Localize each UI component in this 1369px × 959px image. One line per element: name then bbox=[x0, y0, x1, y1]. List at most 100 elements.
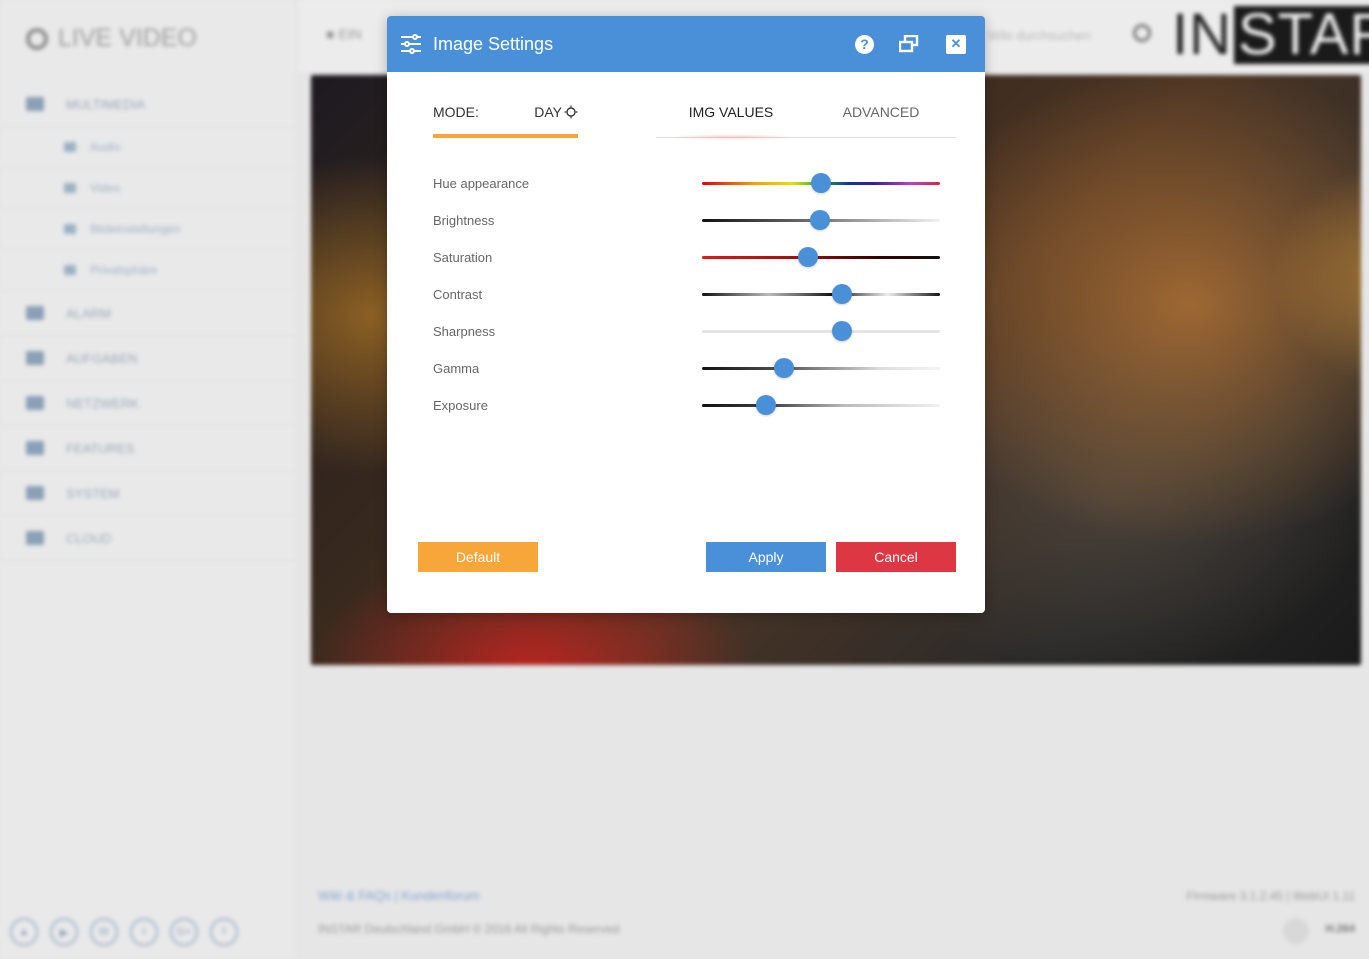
slider-track[interactable] bbox=[702, 173, 940, 193]
slider-handle[interactable] bbox=[831, 284, 852, 304]
sidebar-item-label: Privatsphäre bbox=[90, 263, 158, 277]
sidebar-item[interactable]: MULTIMEDIA bbox=[0, 82, 298, 127]
sidebar-item-label: MULTIMEDIA bbox=[66, 96, 146, 112]
sidebar-item-label: CLOUD bbox=[66, 530, 112, 546]
sidebar-item[interactable]: Privatsphäre bbox=[0, 250, 298, 291]
slider-track[interactable] bbox=[702, 247, 940, 267]
slider-row: Saturation bbox=[433, 247, 943, 268]
sidebar: LIVE VIDEO MULTIMEDIA Audio Video Bildeinst… bbox=[0, 0, 298, 959]
close-icon[interactable]: ✕ bbox=[946, 34, 966, 54]
sidebar-item[interactable]: FEATURES bbox=[0, 426, 298, 471]
tasks-icon bbox=[26, 351, 44, 365]
footer-copyright: INSTAR Deutschland GmbH © 2016 All Right… bbox=[318, 922, 620, 936]
slider-track[interactable] bbox=[702, 395, 940, 415]
sidebar-item-label: AUFGABEN bbox=[66, 350, 138, 366]
codec-label: H.264 bbox=[1325, 923, 1355, 935]
slider-label: Hue appearance bbox=[433, 176, 530, 191]
slider-row: Exposure bbox=[433, 395, 943, 416]
image-settings-dialog: Image Settings ? ✕ MODE: DAY IMG VALUES … bbox=[387, 16, 985, 613]
slider-label: Exposure bbox=[433, 398, 488, 413]
sidebar-item-label: SYSTEM bbox=[66, 485, 120, 501]
slider-label: Gamma bbox=[433, 361, 480, 376]
twitter-icon[interactable]: t bbox=[130, 918, 158, 946]
slider-track[interactable] bbox=[702, 210, 940, 230]
slider-handle[interactable] bbox=[809, 210, 830, 230]
camera-menu-label: EIN bbox=[338, 26, 362, 42]
sidebar-item[interactable]: Audio bbox=[0, 127, 298, 168]
logo-star: STAR bbox=[1234, 6, 1369, 64]
live-video-icon bbox=[26, 27, 48, 50]
settings-tabs: IMG VALUES ADVANCED bbox=[656, 104, 956, 138]
app-title-text: LIVE VIDEO bbox=[58, 24, 197, 52]
network-icon bbox=[26, 396, 44, 410]
sidebar-item[interactable]: NETZWERK bbox=[0, 381, 298, 426]
slider-label: Contrast bbox=[433, 287, 483, 302]
tab-advanced[interactable]: ADVANCED bbox=[806, 104, 956, 137]
sidebar-item[interactable]: Video bbox=[0, 168, 298, 209]
social-links: ▲ ▶ Wt G+ f bbox=[10, 918, 238, 946]
slider-handle[interactable] bbox=[811, 173, 831, 193]
privacy-icon bbox=[64, 265, 76, 275]
slider-row: Brightness bbox=[433, 210, 943, 231]
footer-links[interactable]: Wiki & FAQs | Kundenforum bbox=[318, 888, 480, 903]
mode-label: MODE: bbox=[433, 104, 479, 120]
mode-value[interactable]: DAY bbox=[534, 104, 578, 134]
slider-handle[interactable] bbox=[831, 321, 852, 341]
help-icon[interactable]: ? bbox=[855, 34, 874, 54]
sidebar-item[interactable]: ALARM bbox=[0, 291, 298, 336]
slider-label: Sharpness bbox=[433, 324, 496, 339]
app-title: LIVE VIDEO bbox=[26, 24, 197, 53]
sliders-icon bbox=[401, 34, 421, 54]
dialog-header: Image Settings ? ✕ bbox=[387, 16, 985, 72]
search-input[interactable]: Wiki durchsuchen bbox=[988, 28, 1091, 43]
slider-handle[interactable] bbox=[774, 358, 795, 378]
instar-logo: INSTAR bbox=[1170, 6, 1369, 64]
instar-icon[interactable]: ▲ bbox=[10, 918, 38, 946]
apply-button[interactable]: Apply bbox=[706, 542, 826, 572]
cloud-icon bbox=[26, 531, 44, 545]
gear-icon bbox=[26, 486, 44, 500]
youtube-icon[interactable]: ▶ bbox=[50, 918, 78, 946]
sidebar-item-label: ALARM bbox=[66, 305, 111, 321]
sidebar-item[interactable]: AUFGABEN bbox=[0, 336, 298, 381]
slider-track[interactable] bbox=[702, 358, 940, 378]
features-icon bbox=[26, 441, 44, 455]
sun-icon bbox=[564, 105, 578, 119]
camera-menu[interactable]: ■ EIN bbox=[326, 26, 362, 42]
mode-selector[interactable]: MODE: DAY bbox=[433, 104, 578, 138]
codec-toggle[interactable] bbox=[1283, 918, 1309, 944]
slider-track[interactable] bbox=[702, 321, 940, 341]
slider-label: Brightness bbox=[433, 213, 495, 228]
slider-row: Contrast bbox=[433, 284, 943, 305]
firmware-version: Firmware 3.1.2.45 | WebUI 1.11 bbox=[1186, 889, 1355, 903]
slider-track[interactable] bbox=[702, 284, 940, 304]
camera-icon: ■ bbox=[326, 26, 339, 42]
image-icon bbox=[26, 97, 44, 111]
mode-value-text: DAY bbox=[534, 104, 562, 120]
tab-img-values[interactable]: IMG VALUES bbox=[656, 104, 806, 137]
sidebar-item-label: Video bbox=[90, 181, 121, 195]
slider-handle[interactable] bbox=[797, 247, 818, 267]
default-button[interactable]: Default bbox=[418, 542, 538, 572]
bell-icon bbox=[26, 306, 44, 320]
slider-handle[interactable] bbox=[756, 395, 777, 415]
sidebar-item-label: Audio bbox=[90, 140, 121, 154]
facebook-icon[interactable]: f bbox=[210, 918, 238, 946]
slider-row: Sharpness bbox=[433, 321, 943, 342]
sidebar-item-label: NETZWERK bbox=[66, 395, 139, 411]
sidebar-item-label: Bildeinstellungen bbox=[90, 222, 181, 236]
window-restore-icon[interactable] bbox=[898, 33, 920, 55]
film-icon bbox=[64, 183, 76, 193]
wiki-icon[interactable]: W bbox=[90, 918, 118, 946]
cancel-button[interactable]: Cancel bbox=[836, 542, 956, 572]
sidebar-item[interactable]: SYSTEM bbox=[0, 471, 298, 516]
sidebar-item[interactable]: CLOUD bbox=[0, 516, 298, 561]
search-icon[interactable] bbox=[1133, 24, 1151, 42]
slider-row: Gamma bbox=[433, 358, 943, 379]
active-tab-indicator bbox=[667, 134, 797, 140]
speaker-icon bbox=[64, 142, 76, 152]
sidebar-nav: MULTIMEDIA Audio Video Bildeinstellungen Pri… bbox=[0, 82, 298, 561]
sidebar-item[interactable]: Bildeinstellungen bbox=[0, 209, 298, 250]
googleplus-icon[interactable]: G+ bbox=[170, 918, 198, 946]
sidebar-item-label: FEATURES bbox=[66, 440, 135, 456]
